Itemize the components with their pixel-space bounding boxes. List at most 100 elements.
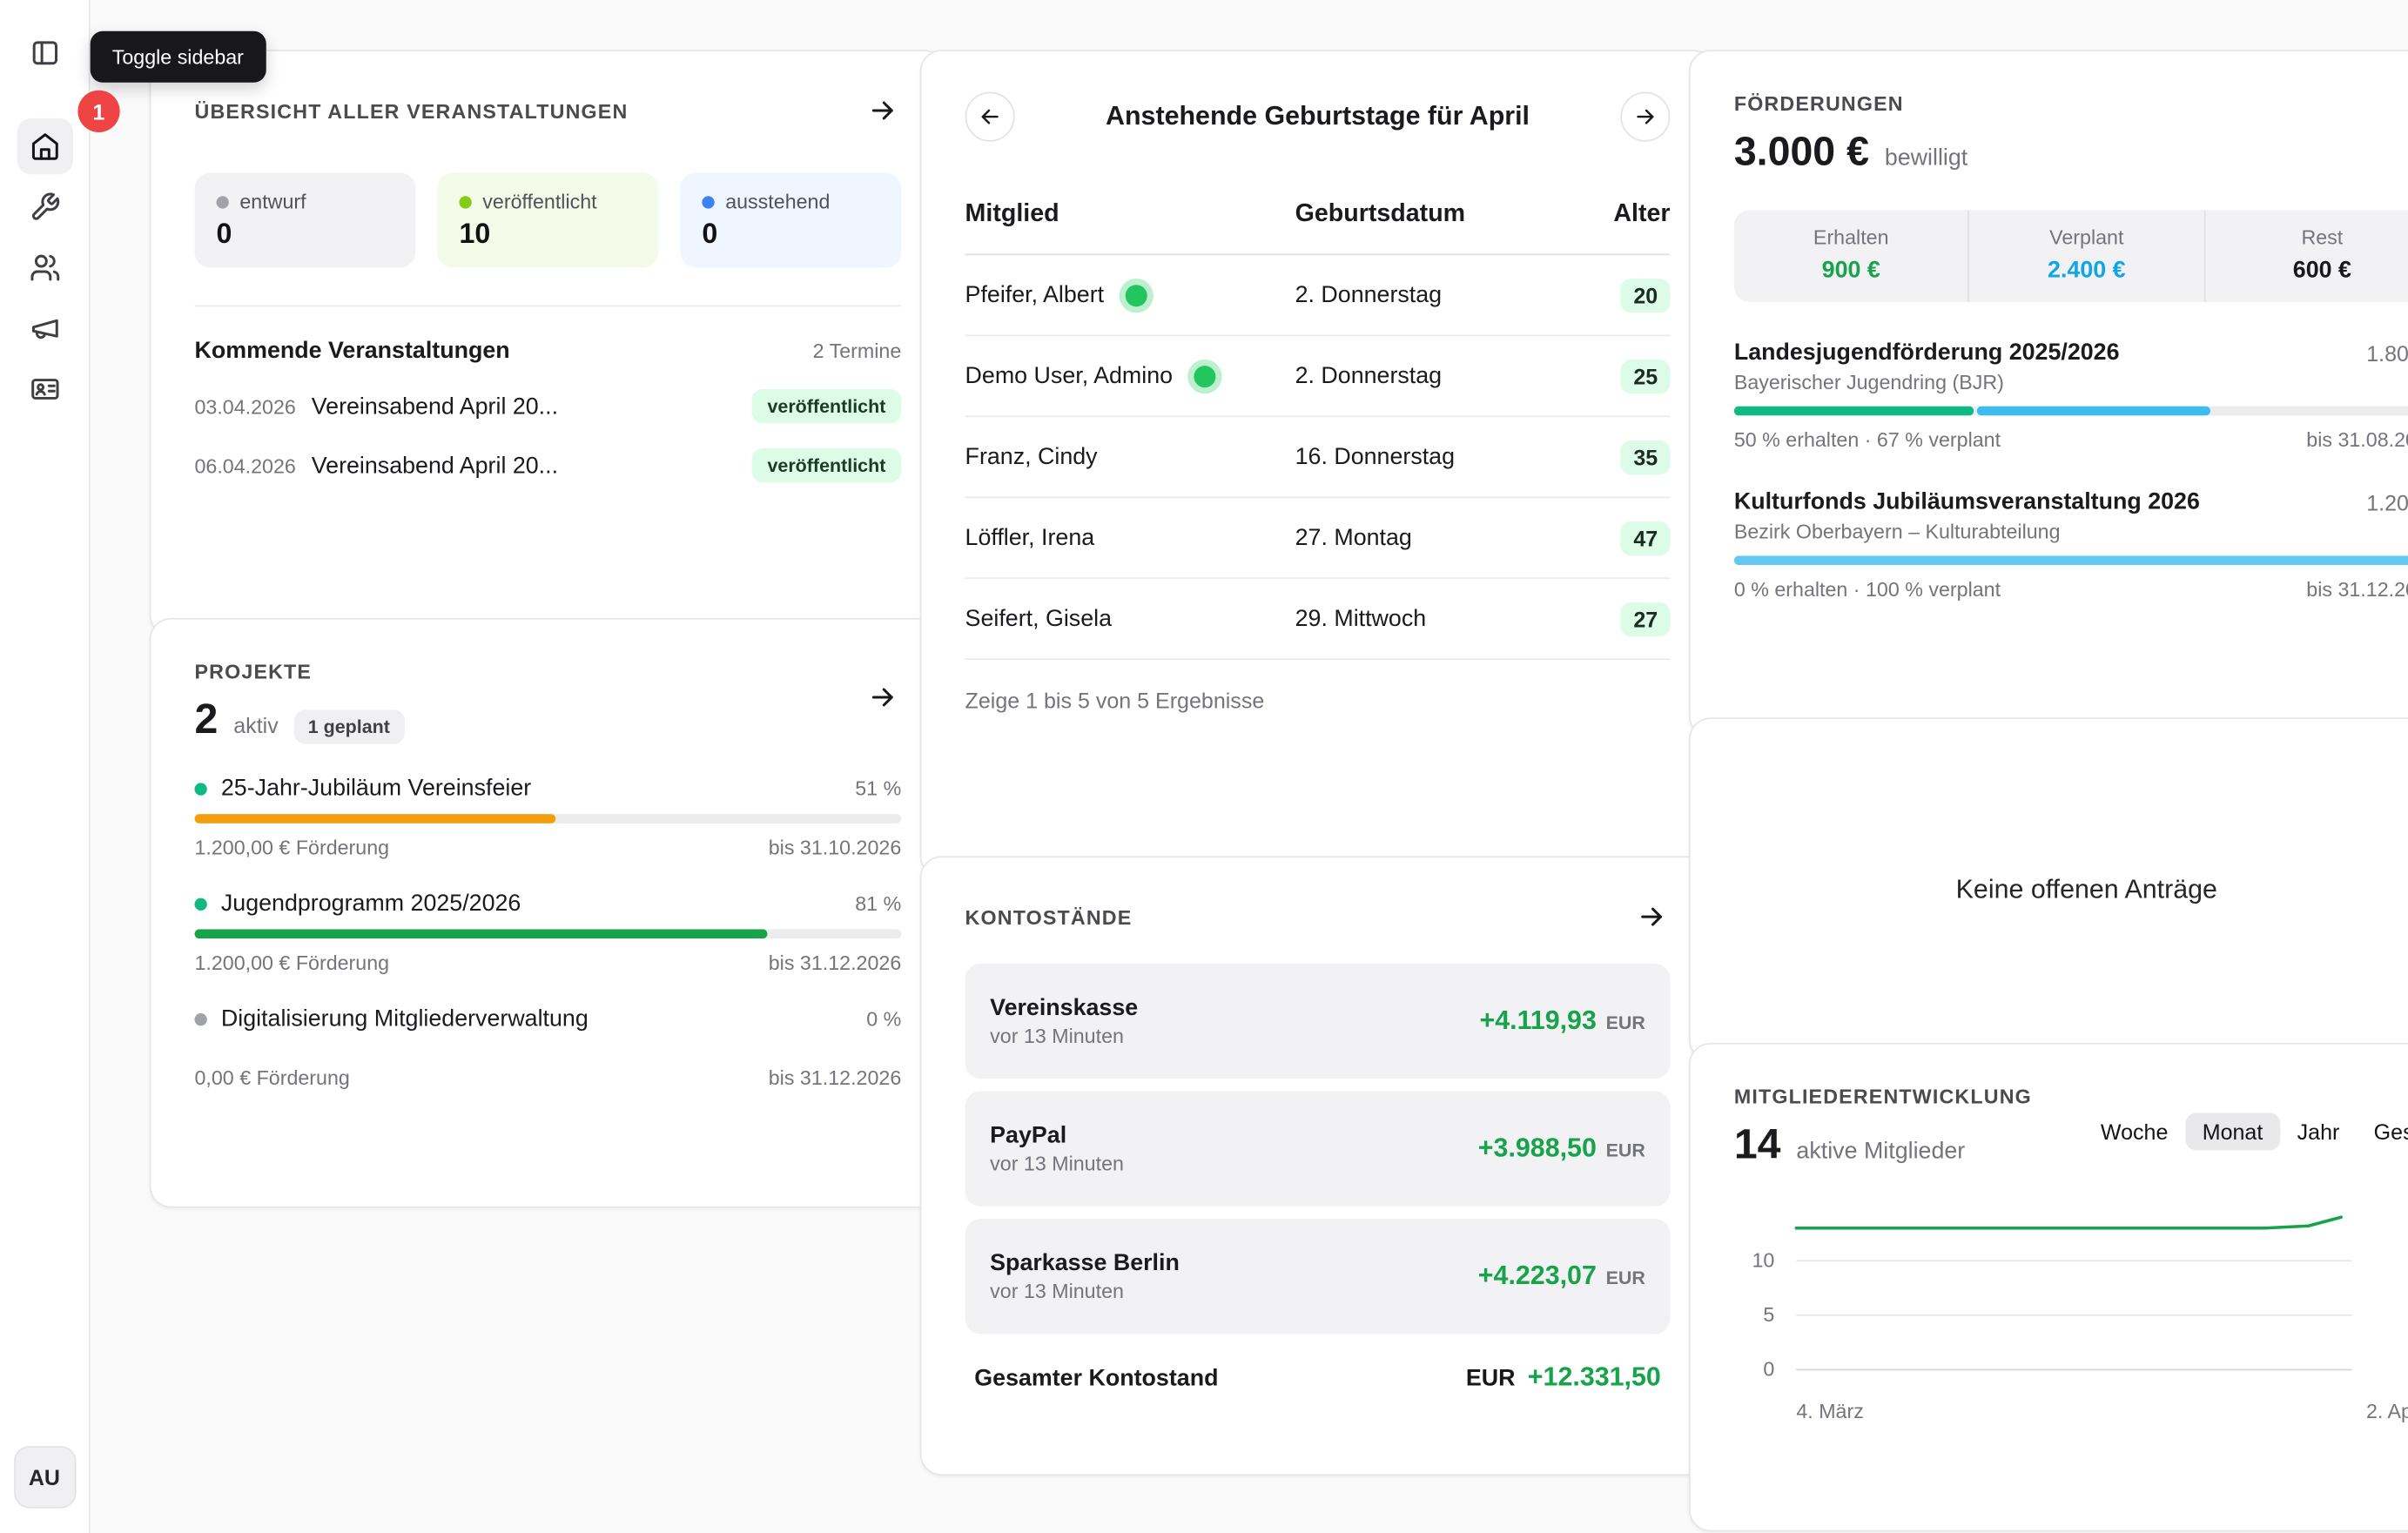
project-funding: 1.200,00 € Förderung bbox=[195, 836, 390, 859]
chart-series-line bbox=[1796, 1217, 2341, 1228]
tab-monat[interactable]: Monat bbox=[2185, 1113, 2280, 1150]
sidebar-item-members[interactable] bbox=[17, 239, 72, 295]
account-row[interactable]: Sparkasse Berlin vor 13 Minuten +4.223,0… bbox=[965, 1219, 1671, 1334]
project-name: Digitalisierung Mitgliederverwaltung bbox=[221, 1005, 589, 1032]
funding-card: FÖRDERUNGEN 3.000 € bewilligt Erhalten 9… bbox=[1689, 50, 2408, 737]
project-name: 25-Jahr-Jubiläum Vereinsfeier bbox=[221, 775, 531, 801]
age-badge: 47 bbox=[1621, 521, 1670, 555]
funding-stats-strip: Erhalten 900 € Verplant 2.400 € Rest 600… bbox=[1734, 210, 2408, 301]
progress-track bbox=[195, 814, 902, 824]
status-dot bbox=[459, 195, 471, 207]
toggle-sidebar-button[interactable] bbox=[17, 25, 72, 81]
tab-gesamt[interactable]: Gesamt bbox=[2357, 1113, 2408, 1150]
project-status-dot bbox=[195, 898, 207, 910]
project-item[interactable]: 25-Jahr-Jubiläum Vereinsfeier 51 % 1.200… bbox=[195, 775, 902, 859]
account-row[interactable]: Vereinskasse vor 13 Minuten +4.119,93 EU… bbox=[965, 964, 1671, 1079]
funding-name: Landesjugendförderung 2025/2026 bbox=[1734, 340, 2120, 366]
events-card-arrow-button[interactable] bbox=[864, 91, 901, 129]
member-name: Seifert, Gisela bbox=[965, 606, 1112, 632]
account-balance: +4.223,07 bbox=[1478, 1261, 1597, 1292]
funding-name: Kulturfonds Jubiläumsveranstaltung 2026 bbox=[1734, 488, 2200, 514]
funding-total-amount: 3.000 € bbox=[1734, 128, 1869, 176]
column-header-alter: Alter bbox=[1590, 201, 1671, 229]
funding-stat-label: Rest bbox=[2205, 225, 2408, 249]
y-axis-tick: 10 bbox=[1734, 1250, 1774, 1270]
arrow-left-icon bbox=[978, 104, 1003, 130]
stat-ausstehend: ausstehend 0 bbox=[680, 172, 901, 267]
requests-empty-text: Keine offenen Anträge bbox=[1956, 874, 2217, 905]
birthdays-prev-month-button[interactable] bbox=[965, 91, 1015, 141]
online-indicator-icon bbox=[1194, 365, 1216, 387]
arrow-right-icon bbox=[2405, 136, 2408, 167]
home-icon bbox=[29, 131, 60, 162]
sidebar-item-home[interactable] bbox=[17, 118, 72, 174]
member-name: Löffler, Irena bbox=[965, 525, 1095, 551]
birthdays-card: Anstehende Geburtstage für April Mitglie… bbox=[920, 50, 1716, 877]
funding-status: 0 % erhalten · 100 % verplant bbox=[1734, 577, 2001, 601]
funding-card-arrow-button[interactable] bbox=[2402, 132, 2408, 170]
active-members-label: aktive Mitglieder bbox=[1796, 1138, 1965, 1164]
birthday-table-row: Seifert, Gisela 29. Mittwoch 27 bbox=[965, 579, 1671, 660]
funding-progress-erhalten bbox=[1734, 407, 1974, 416]
accounts-card-title: KONTOSTÄNDE bbox=[965, 905, 1133, 929]
account-updated: vor 13 Minuten bbox=[990, 1280, 1180, 1303]
progress-fill bbox=[195, 814, 555, 824]
member-name: Pfeifer, Albert bbox=[965, 282, 1105, 308]
y-axis-tick: 0 bbox=[1734, 1359, 1774, 1379]
birthdays-next-month-button[interactable] bbox=[1620, 91, 1670, 141]
chart-canvas bbox=[1734, 1191, 2352, 1393]
event-title: Vereinsabend April 20... bbox=[312, 452, 558, 478]
account-row[interactable]: PayPal vor 13 Minuten +3.988,50 EUR bbox=[965, 1091, 1671, 1206]
birthday-date: 2. Donnerstag bbox=[1295, 363, 1590, 389]
x-axis-label-end: 2. Apr. bbox=[2366, 1399, 2408, 1422]
event-list-item[interactable]: 06.04.2026 Vereinsabend April 20... verö… bbox=[195, 448, 902, 482]
upcoming-events-title: Kommende Veranstaltungen bbox=[195, 338, 510, 364]
tab-woche[interactable]: Woche bbox=[2083, 1113, 2185, 1150]
stat-label: ausstehend bbox=[725, 190, 830, 213]
sidebar-nav bbox=[17, 118, 72, 417]
funding-amount: 1.800 € bbox=[2366, 340, 2408, 366]
event-list-item[interactable]: 03.04.2026 Vereinsabend April 20... verö… bbox=[195, 389, 902, 423]
birthday-table-row: Demo User, Admino 2. Donnerstag 25 bbox=[965, 336, 1671, 417]
birthday-table-row: Franz, Cindy 16. Donnerstag 35 bbox=[965, 417, 1671, 498]
project-item[interactable]: Jugendprogramm 2025/2026 81 % 1.200,00 €… bbox=[195, 891, 902, 975]
funding-card-title: FÖRDERUNGEN bbox=[1734, 91, 2408, 115]
sidebar-item-tools[interactable] bbox=[17, 179, 72, 235]
funding-item[interactable]: Landesjugendförderung 2025/2026 1.800 € … bbox=[1734, 340, 2408, 452]
funding-stat-label: Erhalten bbox=[1734, 225, 1968, 249]
avatar[interactable]: AU bbox=[13, 1446, 76, 1509]
birthday-date: 16. Donnerstag bbox=[1295, 444, 1590, 470]
tab-jahr[interactable]: Jahr bbox=[2280, 1113, 2357, 1150]
birthdays-card-title: Anstehende Geburtstage für April bbox=[1106, 101, 1530, 132]
stat-value: 0 bbox=[217, 218, 394, 251]
account-name: PayPal bbox=[990, 1122, 1124, 1148]
total-balance-currency: EUR bbox=[1466, 1365, 1516, 1391]
x-axis-labels: 4. März 2. Apr. bbox=[1734, 1393, 2408, 1422]
members-card: MITGLIEDERENTWICKLUNG Woche Monat Jahr G… bbox=[1689, 1043, 2408, 1531]
stat-value: 10 bbox=[459, 218, 636, 251]
wrench-icon bbox=[29, 192, 60, 223]
birthday-table-row: Löffler, Irena 27. Montag 47 bbox=[965, 498, 1671, 579]
sidebar-item-finance[interactable] bbox=[17, 361, 72, 417]
funding-progress-verplant bbox=[1734, 555, 2408, 565]
accounts-card-arrow-button[interactable] bbox=[1633, 898, 1671, 936]
projects-card-arrow-button[interactable] bbox=[864, 679, 901, 716]
event-status-badge: veröffentlicht bbox=[752, 448, 902, 482]
sidebar-item-announcements[interactable] bbox=[17, 300, 72, 356]
age-badge: 20 bbox=[1621, 278, 1670, 312]
progress-fill bbox=[195, 929, 768, 938]
member-name: Demo User, Admino bbox=[965, 363, 1174, 389]
requests-card: Keine offenen Anträge bbox=[1689, 717, 2408, 1061]
column-header-geburtsdatum: Geburtsdatum bbox=[1295, 201, 1590, 229]
panel-left-icon bbox=[29, 37, 60, 69]
funding-stat-value: 600 € bbox=[2205, 257, 2408, 283]
project-item[interactable]: Digitalisierung Mitgliederverwaltung 0 %… bbox=[195, 1005, 902, 1090]
funding-item[interactable]: Kulturfonds Jubiläumsveranstaltung 2026 … bbox=[1734, 488, 2408, 601]
projects-card-title: PROJEKTE bbox=[195, 660, 902, 683]
project-until: bis 31.12.2026 bbox=[769, 1066, 902, 1090]
arrow-right-icon bbox=[867, 95, 898, 126]
age-badge: 25 bbox=[1621, 359, 1670, 393]
membership-card-icon bbox=[29, 373, 60, 405]
planned-projects-badge: 1 geplant bbox=[294, 709, 404, 743]
age-badge: 35 bbox=[1621, 440, 1670, 474]
